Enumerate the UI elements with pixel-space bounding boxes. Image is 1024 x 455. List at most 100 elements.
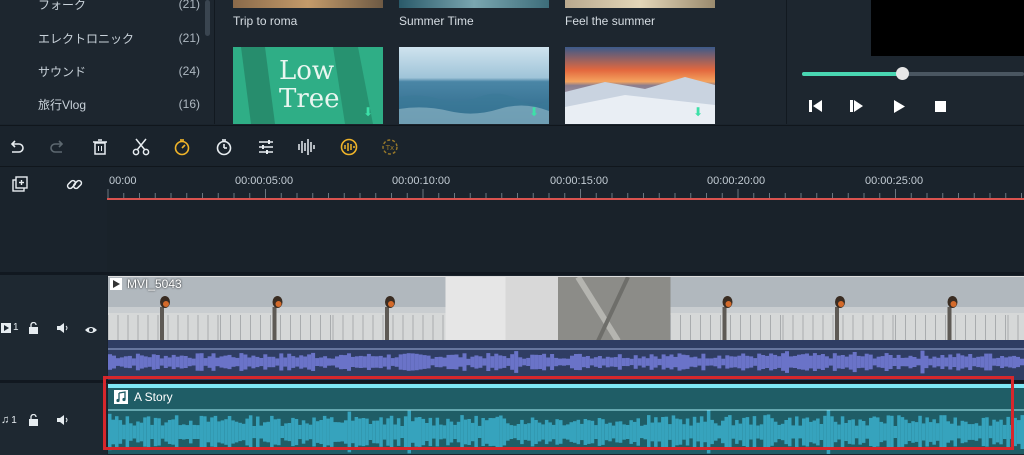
speed-button[interactable] (169, 134, 195, 160)
media-title: Feel the summer (565, 14, 656, 28)
delete-button[interactable] (87, 134, 113, 160)
mute-button[interactable] (56, 413, 69, 431)
waveform-bar (108, 354, 112, 370)
waveform-bar (649, 354, 654, 370)
waveform-bar (581, 356, 586, 368)
category-item-sound[interactable]: サウンド (24) (38, 61, 200, 81)
adjust-icon (259, 140, 273, 154)
waveform-bar (574, 354, 578, 370)
ruler-tick-label: 00:00:05:00 (235, 175, 294, 187)
media-thumb-sea[interactable]: ⬇ (399, 47, 549, 124)
category-item-folk[interactable]: フォーク (21) (38, 0, 200, 14)
category-scrollbar[interactable] (205, 0, 210, 36)
waveform-bar (984, 353, 989, 371)
media-thumb-trip-to-roma[interactable] (233, 0, 383, 8)
waveform-bar (116, 358, 120, 366)
media-thumb-low-tree[interactable]: Low Tree ⬇ (233, 47, 383, 124)
waveform-bar (307, 354, 312, 370)
waveform-bar (848, 354, 853, 370)
media-thumb-sunset[interactable]: ⬇ (565, 47, 715, 124)
media-thumb-feel-the-summer[interactable] (565, 0, 715, 8)
waveform-bar (733, 356, 738, 368)
cut-icon (132, 138, 150, 156)
ruler-tick-label: 00:00 (109, 175, 137, 187)
category-item-travel-vlog[interactable]: 旅行Vlog (16) (38, 94, 200, 114)
download-icon[interactable]: ⬇ (363, 106, 373, 118)
empty-track-header (0, 200, 107, 272)
waveform-bar (347, 353, 351, 371)
playback-progress-handle[interactable] (895, 67, 909, 80)
waveform-bar (303, 356, 308, 368)
waveform-bar (669, 354, 674, 370)
audio-mixer-button[interactable] (294, 134, 320, 160)
waveform-bar (908, 355, 913, 369)
empty-track[interactable] (107, 200, 1024, 272)
playback-progress-fill (802, 72, 902, 76)
waveform-bar (781, 353, 786, 371)
voice-button[interactable] (336, 134, 362, 160)
visibility-button[interactable] (84, 322, 98, 340)
waveform-bar (745, 355, 750, 369)
waveform-bar (263, 354, 268, 370)
lock-button[interactable] (28, 413, 39, 431)
waveform-bar (470, 356, 475, 368)
waveform-bar (812, 353, 817, 371)
waveform-bar (378, 355, 383, 369)
undo-button[interactable] (3, 134, 29, 160)
link-button[interactable] (66, 176, 83, 198)
add-track-button[interactable] (12, 176, 29, 198)
download-icon[interactable]: ⬇ (529, 106, 539, 118)
duration-button[interactable] (211, 134, 237, 160)
waveform-bar (251, 355, 256, 369)
waveform-bar (1000, 356, 1005, 368)
waveform-bar (187, 357, 192, 367)
duration-icon (216, 139, 232, 156)
waveform-bar (390, 358, 395, 366)
waveform-bar (980, 356, 985, 368)
waveform-bar (741, 353, 746, 371)
waveform-bar (737, 355, 742, 369)
waveform-bar (597, 356, 602, 368)
waveform-bar (490, 356, 495, 368)
stop-button[interactable] (931, 98, 949, 114)
waveform-bar (721, 358, 726, 366)
category-item-electronic[interactable]: エレクトロニック (21) (38, 28, 200, 48)
category-list: フォーク (21) エレクトロニック (21) サウンド (24) 旅行Vlog… (0, 0, 215, 124)
waveform-bar (450, 354, 455, 370)
download-icon[interactable]: ⬇ (693, 106, 703, 118)
waveform-bar (482, 358, 487, 366)
waveform-bar (327, 358, 331, 366)
media-thumb-summer-time[interactable] (399, 0, 549, 8)
waveform-bar (701, 353, 706, 371)
video-audio-waveform[interactable] (108, 340, 1024, 380)
waveform-bar (434, 357, 439, 368)
waveform-bar (562, 358, 566, 366)
add-track-icon (12, 176, 28, 192)
video-clip[interactable] (108, 276, 1024, 340)
waveform-bar (215, 357, 220, 367)
waveform-bar (502, 356, 507, 368)
waveform-bar (641, 356, 646, 368)
waveform-bar (852, 352, 857, 373)
auto-reframe-button[interactable]: Tx (377, 134, 403, 160)
waveform-bar (295, 357, 300, 367)
waveform-bar (920, 350, 925, 374)
lock-button[interactable] (28, 321, 39, 339)
playback-progress-bar[interactable] (802, 72, 1024, 76)
waveform-bar (366, 353, 371, 370)
category-label: フォーク (38, 0, 87, 12)
adjust-button[interactable] (253, 134, 279, 160)
waveform-bar (900, 357, 905, 367)
next-frame-button[interactable] (848, 98, 866, 114)
cut-button[interactable] (128, 134, 154, 160)
timeline-ruler[interactable]: 00:00 00:00:05:00 00:00:10:00 00:00:15:0… (107, 167, 1024, 200)
preview-screen (871, 0, 1024, 56)
redo-button[interactable] (45, 134, 71, 160)
prev-frame-button[interactable] (807, 98, 825, 114)
waveform-bar (673, 356, 678, 368)
next-frame-icon (850, 100, 863, 112)
mute-button[interactable] (56, 321, 69, 339)
video-frame (895, 277, 1009, 340)
play-button[interactable] (890, 98, 908, 114)
waveform-bar (155, 355, 160, 369)
